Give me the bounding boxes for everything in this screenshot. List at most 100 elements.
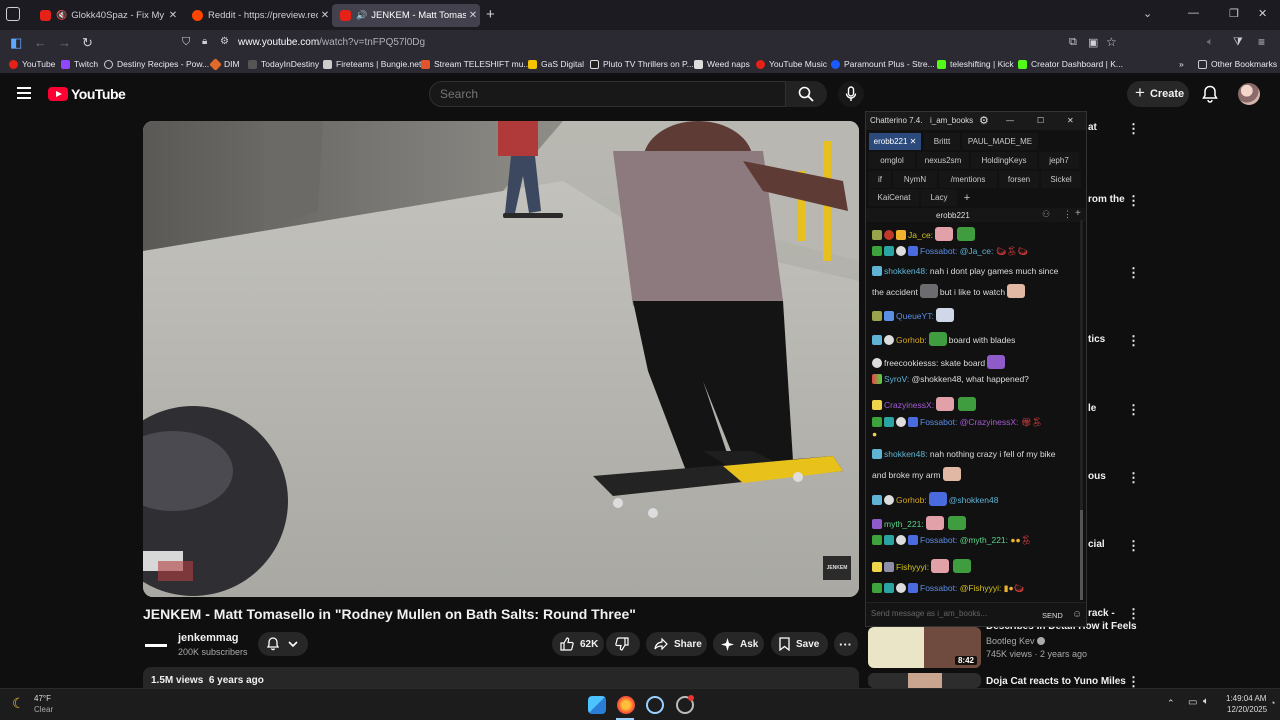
- other-bookmarks[interactable]: Other Bookmarks: [1198, 59, 1277, 69]
- permissions-icon[interactable]: ⚙: [220, 36, 229, 47]
- back-button[interactable]: ←: [34, 35, 47, 50]
- recommendation-title[interactable]: rack -: [1088, 608, 1115, 619]
- recommendation-title[interactable]: Doja Cat reacts to Yuno Miles: [986, 676, 1126, 687]
- minimize-button[interactable]: —: [1006, 116, 1014, 125]
- chat-tab-nymn[interactable]: NymN: [893, 171, 937, 188]
- chatterino-taskbar-icon[interactable]: [646, 696, 664, 714]
- bookmark-teleshift-stream[interactable]: Stream TELESHIFT mu...: [421, 59, 531, 69]
- chat-message[interactable]: Fossabot: @myth_221: ●●🍒︎: [872, 535, 1031, 546]
- more-options-icon[interactable]: ⋮: [1127, 333, 1140, 349]
- mute-icon[interactable]: 🔇: [56, 10, 67, 21]
- chat-tab-if[interactable]: if: [869, 171, 891, 188]
- more-options-icon[interactable]: ⋮: [1127, 606, 1140, 622]
- youtube-logo-text[interactable]: YouTube: [71, 86, 126, 102]
- recommendation-title[interactable]: le: [1088, 403, 1096, 414]
- more-options-icon[interactable]: ⋮: [1127, 121, 1140, 137]
- reload-button[interactable]: ↻: [82, 35, 93, 51]
- account-name[interactable]: i_am_books: [930, 116, 973, 125]
- audio-icon[interactable]: 🔈︎: [1207, 36, 1214, 49]
- close-tab-icon[interactable]: ✕: [166, 10, 180, 21]
- subscription-notifications-button[interactable]: [258, 632, 308, 656]
- chat-message[interactable]: Fossabot: @Fishyyyi: ▮●🍉︎: [872, 583, 1024, 594]
- scroll-thumb[interactable]: [1080, 510, 1083, 600]
- sidebar-toggle-icon[interactable]: ◧: [10, 35, 22, 51]
- recommendation-channel[interactable]: Bootleg Kev: [986, 636, 1046, 646]
- chat-message-continuation[interactable]: and broke my arm: [872, 467, 963, 481]
- more-bookmarks-icon[interactable]: »: [1179, 59, 1184, 69]
- bookmark-star-icon[interactable]: ☆: [1106, 35, 1117, 49]
- close-tab-icon[interactable]: ✕: [318, 10, 332, 21]
- ask-button[interactable]: Ask: [713, 632, 764, 656]
- bookmark-todayindestiny[interactable]: TodayInDestiny: [248, 59, 319, 69]
- more-actions-button[interactable]: ···: [834, 632, 858, 656]
- create-button[interactable]: + Create: [1127, 81, 1189, 107]
- chat-tab-mentions[interactable]: /mentions: [939, 171, 997, 188]
- recommendation-title[interactable]: at: [1088, 122, 1097, 133]
- volume-icon[interactable]: 🔈︎: [1203, 696, 1209, 707]
- bookmark-twitch[interactable]: Twitch: [61, 59, 98, 69]
- chat-message[interactable]: shokken48: nah i dont play games much si…: [872, 266, 1058, 277]
- send-button[interactable]: SEND: [1042, 611, 1063, 620]
- more-options-icon[interactable]: ⋮: [1127, 193, 1140, 209]
- chat-tab-brittt[interactable]: Brittt: [924, 133, 960, 150]
- clock-date[interactable]: 12/20/2025: [1227, 705, 1267, 714]
- reader-view-icon[interactable]: ▣: [1088, 36, 1098, 49]
- more-options-icon[interactable]: ⋮: [1127, 402, 1140, 418]
- bookmark-fireteams[interactable]: Fireteams | Bungie.net: [323, 59, 421, 69]
- more-options-icon[interactable]: ⋮: [1127, 470, 1140, 486]
- bookmark-paramount-plus[interactable]: Paramount Plus - Stre...: [831, 59, 935, 69]
- weather-moon-icon[interactable]: ☾: [12, 695, 25, 712]
- restore-window-button[interactable]: ❐: [1229, 7, 1239, 20]
- bookmark-youtube-music[interactable]: YouTube Music: [756, 59, 827, 69]
- more-options-icon[interactable]: ⋮: [1127, 265, 1140, 281]
- chat-tab-nexus2sm[interactable]: nexus2sm: [917, 152, 969, 169]
- browser-tab-glokk[interactable]: 🔇 Glokk40Spaz - Fix My Habi ✕: [32, 4, 180, 27]
- new-tab-button[interactable]: +: [486, 6, 495, 23]
- chat-tab-omglol[interactable]: omglol: [869, 152, 915, 169]
- speaker-icon[interactable]: 🔊: [356, 10, 367, 21]
- emoji-picker-icon[interactable]: ☺: [1072, 609, 1082, 620]
- minimize-window-button[interactable]: —: [1188, 7, 1199, 19]
- clock-time[interactable]: 1:49:04 AM: [1226, 694, 1266, 703]
- close-tab-icon[interactable]: ✕: [466, 10, 480, 21]
- tab-overview-icon[interactable]: [6, 7, 20, 21]
- notifications-bell-icon[interactable]: [1202, 85, 1218, 103]
- forward-button[interactable]: →: [58, 35, 71, 50]
- address-bar[interactable]: www.youtube.com/watch?v=tnFPQ57l0Dg: [238, 37, 425, 48]
- chat-message[interactable]: SyroV: @shokken48, what happened?: [872, 374, 1029, 385]
- video-player[interactable]: JENKEM: [143, 121, 859, 597]
- chat-message[interactable]: freecookiesss: skate board: [872, 355, 1007, 369]
- windows-start-icon[interactable]: [588, 696, 606, 714]
- channel-avatar[interactable]: [143, 632, 169, 658]
- recommendation-thumbnail[interactable]: 8:42: [868, 627, 981, 668]
- chat-message[interactable]: Fossabot: @CrazyinessX: 🎁︎🍒︎: [872, 417, 1042, 428]
- dislike-button[interactable]: [606, 632, 640, 656]
- menu-icon[interactable]: ≡: [1258, 35, 1265, 49]
- chat-tab-jeph7[interactable]: jeph7: [1039, 152, 1079, 169]
- channel-name[interactable]: jenkemmag: [178, 632, 239, 644]
- chat-input-box[interactable]: Send message as i_am_books... SEND ☺: [866, 602, 1086, 626]
- tab-list-icon[interactable]: ⌄: [1143, 7, 1152, 20]
- channel-menu-icon[interactable]: ⋮: [1063, 209, 1072, 220]
- chat-tab-paul-made-me[interactable]: PAUL_MADE_ME: [962, 133, 1038, 150]
- hidden-icons-chevron-icon[interactable]: ⌃: [1167, 698, 1175, 709]
- chat-scrollbar[interactable]: [1080, 220, 1083, 600]
- search-input[interactable]: [430, 82, 785, 106]
- chat-tab-sickel[interactable]: Sickel: [1041, 171, 1081, 188]
- hamburger-menu-icon[interactable]: [17, 87, 31, 102]
- user-avatar[interactable]: [1238, 83, 1260, 105]
- bookmark-dim[interactable]: DIM: [209, 57, 240, 71]
- more-options-icon[interactable]: ⋮: [1127, 538, 1140, 554]
- recommendation-thumbnail[interactable]: [868, 673, 981, 688]
- firefox-icon[interactable]: [617, 696, 635, 714]
- pip-icon[interactable]: ⧉: [1069, 36, 1077, 49]
- bookmark-kick-teleshifting[interactable]: teleshifting | Kick: [937, 59, 1014, 69]
- chat-tab-erobb221[interactable]: erobb221 ✕: [869, 133, 921, 150]
- chat-message[interactable]: myth_221:: [872, 516, 968, 530]
- save-button[interactable]: Save: [771, 632, 828, 656]
- chat-message[interactable]: CrazyinessX:: [872, 397, 978, 411]
- recommendation-title[interactable]: ous: [1088, 471, 1106, 482]
- search-button[interactable]: [786, 81, 827, 107]
- bookmark-destiny-recipes[interactable]: Destiny Recipes - Pow...: [104, 59, 209, 69]
- weather-condition[interactable]: Clear: [34, 705, 53, 714]
